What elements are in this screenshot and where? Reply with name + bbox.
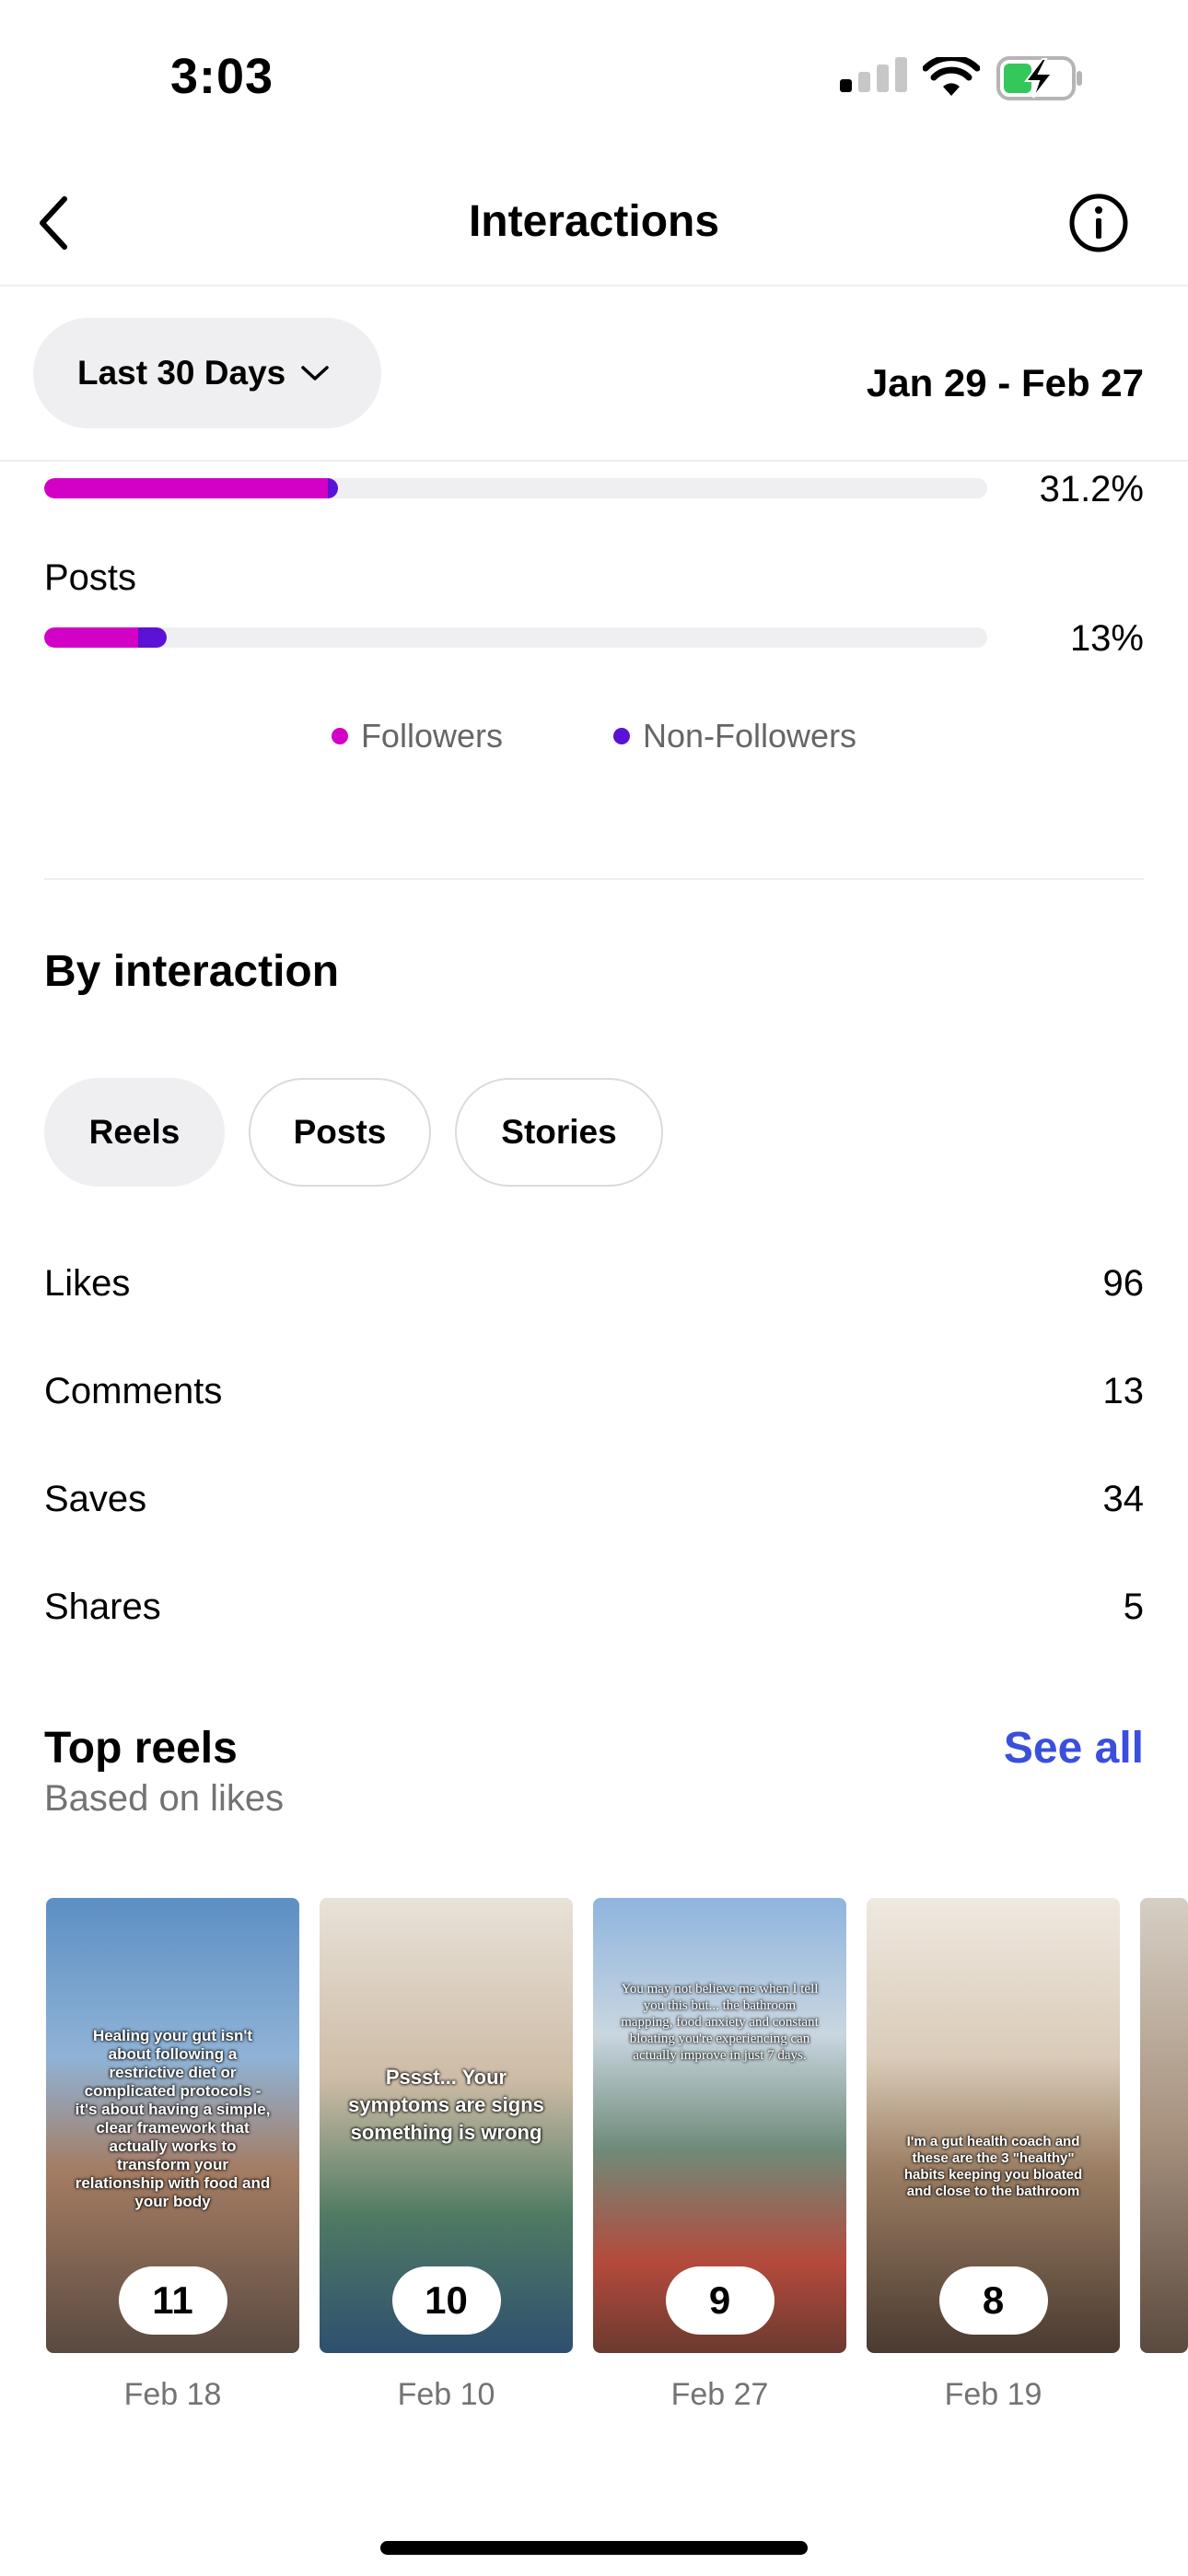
wifi-icon <box>923 57 980 96</box>
metric-value: 96 <box>1102 1263 1145 1304</box>
tab-stories[interactable]: Stories <box>455 1078 663 1187</box>
reel-thumbnail[interactable]: Pssst... Your symptoms are signs somethi… <box>320 1898 573 2353</box>
metric-value: 34 <box>1102 1479 1145 1519</box>
section-title-top-reels: Top reels <box>44 1724 238 1773</box>
info-icon[interactable] <box>1068 193 1129 253</box>
cellular-signal-icon <box>840 57 907 92</box>
bar-non-followers-fill <box>138 627 168 648</box>
reel-date: Feb 27 <box>670 2377 769 2412</box>
legend-item-followers: Followers <box>331 717 503 755</box>
reel-thumbnail[interactable]: You may not believe me when I tell you t… <box>593 1898 846 2353</box>
period-dropdown[interactable]: Last 30 Days <box>33 318 381 428</box>
audience-bar <box>44 627 987 648</box>
chevron-down-icon <box>301 366 329 381</box>
reel-thumbnail[interactable]: Healing your gut isn't about following a… <box>46 1898 299 2353</box>
reel-like-count: 10 <box>391 2266 501 2335</box>
reel-like-count: 8 <box>938 2266 1048 2335</box>
bar-percent: 13% <box>1069 618 1144 659</box>
reel-caption: I'm a gut health coach and these are the… <box>903 2134 1083 2199</box>
metric-label: Comments <box>44 1371 223 1411</box>
metric-row-comments: Comments 13 <box>44 1371 1144 1412</box>
header-divider <box>0 285 1188 287</box>
non-followers-dot-icon <box>612 728 630 744</box>
reel-like-count: 9 <box>665 2266 775 2335</box>
bar-percent: 31.2% <box>1039 469 1144 509</box>
metric-value: 13 <box>1102 1371 1145 1411</box>
legend-label: Followers <box>360 717 503 755</box>
tab-reels[interactable]: Reels <box>44 1078 225 1187</box>
metric-label: Likes <box>44 1263 131 1304</box>
reel-thumbnail[interactable]: I'm a gut health coach and these are the… <box>867 1898 1120 2353</box>
legend-item-non-followers: Non-Followers <box>612 717 857 755</box>
see-all-link[interactable]: See all <box>1004 1723 1144 1774</box>
date-range: Jan 29 - Feb 27 <box>866 361 1144 404</box>
metric-row-likes: Likes 96 <box>44 1263 1144 1305</box>
reel-caption: Healing your gut isn't about following a… <box>75 2027 271 2210</box>
reel-like-count: 11 <box>118 2266 227 2335</box>
tab-posts[interactable]: Posts <box>249 1078 431 1187</box>
section-subtitle: Based on likes <box>44 1778 285 1819</box>
reel-thumbnail-partial[interactable] <box>1140 1898 1188 2353</box>
reel-caption: You may not believe me when I tell you t… <box>621 1982 819 2063</box>
reel-date: Feb 19 <box>944 2377 1042 2412</box>
metric-label: Shares <box>44 1587 161 1627</box>
section-title-by-interaction: By interaction <box>44 947 340 996</box>
metric-row-saves: Saves 34 <box>44 1479 1144 1520</box>
page-title: Interactions <box>468 197 720 246</box>
metric-value: 5 <box>1123 1587 1144 1627</box>
status-time: 3:03 <box>170 49 274 104</box>
reel-date: Feb 10 <box>397 2377 495 2412</box>
bar-followers-fill <box>44 478 329 498</box>
filter-divider <box>0 460 1188 462</box>
bar-non-followers-fill <box>328 478 339 498</box>
legend-label: Non-Followers <box>642 717 857 755</box>
battery-charging-icon <box>996 56 1082 100</box>
reel-caption: Pssst... Your symptoms are signs somethi… <box>348 2066 544 2144</box>
reel-date: Feb 18 <box>123 2377 222 2412</box>
audience-bar <box>44 478 987 498</box>
interaction-tabs: Reels Posts Stories <box>44 1078 663 1187</box>
metric-row-shares: Shares 5 <box>44 1587 1144 1628</box>
followers-dot-icon <box>331 728 348 744</box>
section-divider <box>44 878 1144 880</box>
bar-followers-fill <box>44 627 139 648</box>
metric-label: Saves <box>44 1479 147 1519</box>
period-label: Last 30 Days <box>77 354 286 392</box>
home-indicator <box>380 2541 808 2555</box>
legend: Followers Non-Followers <box>0 717 1188 755</box>
bar-label-posts: Posts <box>44 557 137 598</box>
